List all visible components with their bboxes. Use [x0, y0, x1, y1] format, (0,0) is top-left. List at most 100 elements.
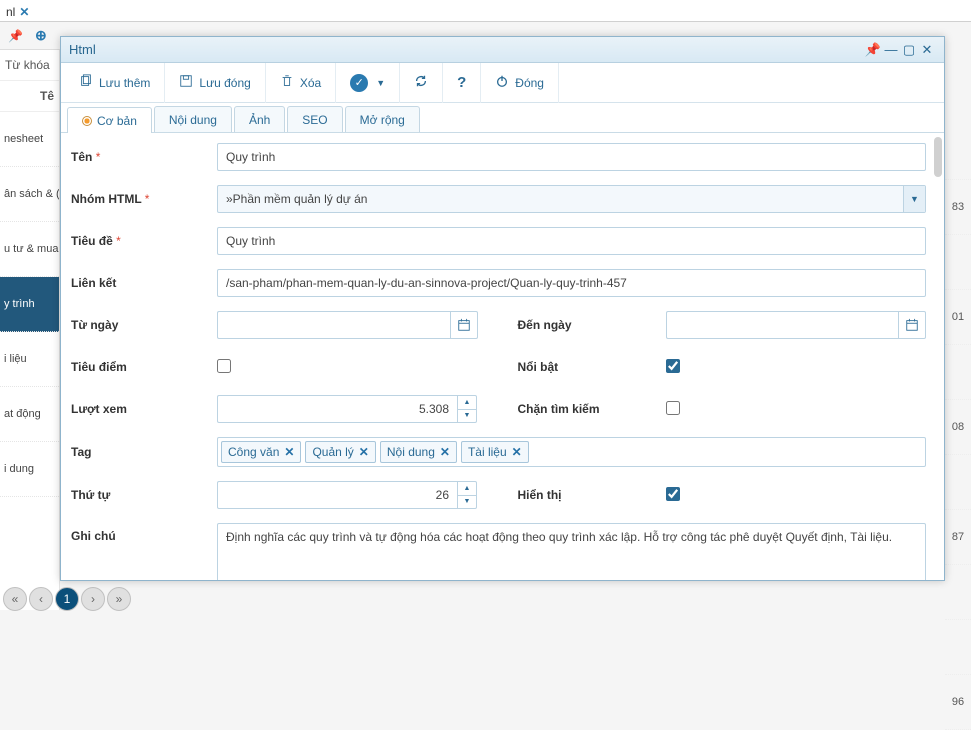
trash-icon: [280, 74, 294, 91]
tag-chip[interactable]: Quản lý ✕: [305, 441, 375, 463]
tieudiem-checkbox[interactable]: [217, 359, 231, 373]
save-icon: [179, 74, 193, 91]
pager-page-current[interactable]: 1: [55, 587, 79, 611]
pager-first-icon[interactable]: «: [3, 587, 27, 611]
background-list-item[interactable]: ân sách & (: [0, 167, 59, 222]
nhom-select[interactable]: »Phần mềm quản lý dự án ▼: [217, 185, 926, 213]
spinner-down-icon[interactable]: ▼: [458, 410, 476, 423]
save-close-label: Lưu đóng: [199, 76, 250, 90]
tag-chip[interactable]: Nội dung ✕: [380, 441, 457, 463]
background-right-col: 8301088796: [945, 125, 971, 730]
scrollbar-thumb[interactable]: [934, 137, 942, 177]
tag-chip[interactable]: Công văn ✕: [221, 441, 301, 463]
save-more-button[interactable]: Lưu thêm: [65, 63, 165, 103]
background-list-item[interactable]: nesheet: [0, 112, 59, 167]
pager-prev-icon[interactable]: ‹: [29, 587, 53, 611]
chantimkiem-checkbox[interactable]: [666, 401, 680, 415]
tab-ảnh[interactable]: Ảnh: [234, 106, 285, 132]
pager-last-icon[interactable]: »: [107, 587, 131, 611]
background-list-item[interactable]: at động: [0, 387, 59, 442]
approve-dropdown-button[interactable]: ✓ ▼: [336, 63, 400, 103]
hienthi-checkbox[interactable]: [666, 487, 680, 501]
thutu-label: Thứ tự: [71, 488, 110, 502]
tag-label: Tag: [71, 445, 91, 459]
tieudiem-label: Tiêu điểm: [71, 360, 127, 374]
pin-icon[interactable]: 📌: [8, 29, 23, 43]
background-pager[interactable]: « ‹ 1 › »: [3, 587, 131, 611]
refresh-button[interactable]: [400, 63, 443, 103]
tab-mở-rộng[interactable]: Mở rộng: [345, 106, 420, 132]
background-count-cell: [945, 565, 971, 620]
delete-button[interactable]: Xóa: [266, 63, 336, 103]
refresh-icon: [414, 74, 428, 91]
thutu-spinner[interactable]: ▲▼: [217, 481, 477, 509]
pager-next-icon[interactable]: ›: [81, 587, 105, 611]
thutu-input[interactable]: [217, 481, 457, 509]
close-button[interactable]: Đóng: [481, 63, 559, 103]
background-count-cell: 87: [945, 510, 971, 565]
close-icon[interactable]: ✕: [359, 445, 369, 459]
spinner-down-icon[interactable]: ▼: [458, 496, 476, 509]
html-editor-modal: Html 📌 — ▢ ✕ Lưu thêm Lưu đóng Xóa ✓ ▼: [60, 36, 945, 581]
lienket-input[interactable]: [217, 269, 926, 297]
tab-nội-dung[interactable]: Nội dung: [154, 106, 232, 132]
luotxem-spinner[interactable]: ▲▼: [217, 395, 477, 423]
background-tab[interactable]: nl ✕: [0, 2, 35, 22]
background-count-cell: 83: [945, 180, 971, 235]
save-close-button[interactable]: Lưu đóng: [165, 63, 265, 103]
background-count-cell: 96: [945, 675, 971, 730]
chantimkiem-label: Chặn tìm kiếm: [518, 402, 600, 416]
close-icon[interactable]: ✕: [512, 445, 522, 459]
tieude-label: Tiêu đề: [71, 234, 113, 248]
tab-label: Ảnh: [249, 113, 270, 127]
form-body: Tên * Nhóm HTML * »Phần mềm quản lý dự á…: [61, 133, 944, 580]
close-icon[interactable]: ✕: [284, 445, 294, 459]
tag-chip-label: Công văn: [228, 445, 279, 459]
modal-title: Html: [69, 42, 864, 57]
spinner-up-icon[interactable]: ▲: [458, 482, 476, 496]
tag-chip-label: Quản lý: [312, 445, 353, 459]
background-list-item[interactable]: i liệu: [0, 332, 59, 387]
add-icon[interactable]: ⊕: [35, 27, 47, 44]
required-marker: *: [145, 192, 150, 206]
check-circle-icon: ✓: [350, 74, 368, 92]
tag-chip-label: Nội dung: [387, 445, 435, 459]
tag-chip[interactable]: Tài liệu✕: [461, 441, 529, 463]
chevron-down-icon[interactable]: ▼: [903, 186, 925, 212]
tungay-input[interactable]: [217, 311, 450, 339]
background-list-item[interactable]: u tư & mua: [0, 222, 59, 277]
ten-input[interactable]: [217, 143, 926, 171]
maximize-icon[interactable]: ▢: [900, 42, 918, 58]
calendar-icon[interactable]: [898, 311, 926, 339]
tab-cơ-bản[interactable]: Cơ bản: [67, 107, 152, 133]
background-count-cell: 08: [945, 400, 971, 455]
close-label: Đóng: [515, 76, 544, 90]
calendar-icon[interactable]: [450, 311, 478, 339]
delete-label: Xóa: [300, 76, 321, 90]
tag-input[interactable]: Công văn✕Quản lý✕Nội dung✕Tài liệu✕: [217, 437, 926, 467]
tab-seo[interactable]: SEO: [287, 106, 342, 132]
nhom-label: Nhóm HTML: [71, 192, 141, 206]
required-marker: *: [96, 150, 101, 164]
background-list-item[interactable]: i dung: [0, 442, 59, 497]
close-icon[interactable]: ✕: [440, 445, 450, 459]
close-icon[interactable]: ✕: [19, 5, 29, 19]
ghichu-textarea[interactable]: [217, 523, 926, 580]
copy-icon: [79, 74, 93, 91]
spinner-up-icon[interactable]: ▲: [458, 396, 476, 410]
background-count-cell: [945, 620, 971, 675]
background-list-item[interactable]: y trình: [0, 277, 59, 332]
minimize-icon[interactable]: —: [882, 42, 900, 57]
tab-label: SEO: [302, 113, 327, 127]
noibat-checkbox[interactable]: [666, 359, 680, 373]
tieude-input[interactable]: [217, 227, 926, 255]
modal-titlebar[interactable]: Html 📌 — ▢ ✕: [61, 37, 944, 63]
luotxem-input[interactable]: [217, 395, 457, 423]
help-button[interactable]: ?: [443, 63, 481, 103]
denngay-input[interactable]: [666, 311, 899, 339]
background-count-cell: [945, 235, 971, 290]
luotxem-label: Lượt xem: [71, 402, 127, 416]
pin-icon[interactable]: 📌: [864, 42, 882, 58]
denngay-label: Đến ngày: [518, 318, 572, 332]
close-icon[interactable]: ✕: [918, 42, 936, 58]
